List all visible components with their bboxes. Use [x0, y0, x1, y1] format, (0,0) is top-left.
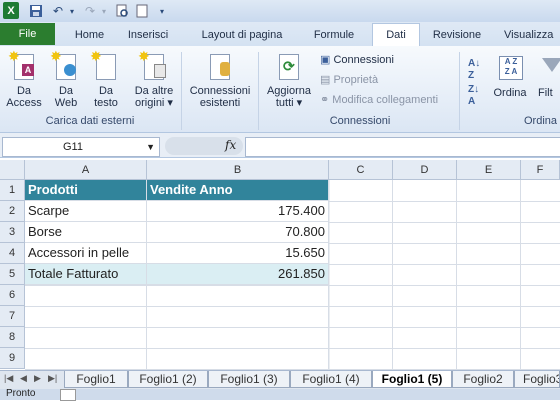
name-box-value: G11 [63, 141, 83, 153]
tab-formule[interactable]: Formule [306, 24, 362, 46]
text-file-icon: ✸ [90, 49, 120, 82]
sheet-tab-foglio1-2[interactable]: Foglio1 (2) [128, 371, 208, 388]
sort-button[interactable]: A ZZ A Ordina [490, 54, 530, 99]
from-web-button[interactable]: ✸ Da Web [46, 49, 86, 109]
column-header-b[interactable]: B [147, 160, 329, 180]
filter-icon [542, 54, 560, 84]
formula-input[interactable] [245, 137, 560, 157]
sheet-tab-foglio1-5[interactable]: Foglio1 (5) [372, 371, 452, 388]
macro-record-icon[interactable] [60, 389, 76, 401]
save-icon[interactable] [28, 3, 44, 19]
existing-connections-icon [206, 52, 234, 82]
status-text: Pronto [6, 388, 36, 399]
tab-revisione[interactable]: Revisione [426, 24, 488, 46]
row-header-8[interactable]: 8 [0, 327, 25, 348]
customize-toolbar-icon[interactable]: ▾ [154, 3, 170, 19]
spreadsheet-grid[interactable]: A B C D E F 1 2 3 4 5 6 7 8 9 Prodotti V… [0, 160, 560, 370]
column-header-e[interactable]: E [457, 160, 521, 180]
group-separator [181, 52, 182, 130]
existing-connections-button[interactable]: Connessioni esistenti [184, 52, 256, 109]
from-access-button[interactable]: ✸ A Da Access [2, 49, 46, 109]
row-header-3[interactable]: 3 [0, 222, 25, 243]
redo-dropdown-icon[interactable]: ▾ [96, 3, 112, 19]
row-header-4[interactable]: 4 [0, 243, 25, 264]
properties-button[interactable]: ▤ Proprietà [320, 72, 378, 88]
new-document-icon[interactable] [134, 3, 150, 19]
sort-za-icon[interactable]: Z↓ A [468, 84, 479, 107]
sheet-tab-foglio1-3[interactable]: Foglio1 (3) [208, 371, 290, 388]
sheet-tab-foglio2[interactable]: Foglio2 [452, 371, 514, 388]
web-icon: ✸ [50, 49, 80, 82]
select-all-corner[interactable] [0, 160, 25, 180]
connections-button[interactable]: ▣ Connessioni [320, 52, 394, 68]
tab-inserisci[interactable]: Inserisci [122, 24, 174, 46]
undo-dropdown-icon[interactable]: ▾ [64, 3, 80, 19]
group-label-connections: Connessioni [329, 115, 391, 127]
from-other-sources-button[interactable]: ✸ Da altre origini ▾ [128, 49, 180, 109]
last-sheet-icon[interactable]: ▶| [48, 373, 57, 384]
next-sheet-icon[interactable]: ▶ [34, 373, 41, 384]
group-separator [258, 52, 259, 130]
row-header-5[interactable]: 5 [0, 264, 25, 285]
sheet-tab-foglio3[interactable]: Foglio3 [514, 371, 560, 388]
properties-icon: ▤ [320, 74, 334, 86]
quick-access-toolbar: X ↶ ▾ ↷ ▾ ▾ [0, 0, 560, 22]
insert-function-icon[interactable]: fx [225, 138, 236, 152]
from-text-button[interactable]: ✸ Da testo [86, 49, 126, 109]
sheet-tab-bar: |◀ ◀ ▶ ▶| Foglio1 Foglio1 (2) Foglio1 (3… [0, 370, 560, 390]
column-header-a[interactable]: A [25, 160, 147, 180]
refresh-icon: ⟳ [275, 52, 303, 82]
tab-layout[interactable]: Layout di pagina [192, 24, 292, 46]
group-label-external-data: Carica dati esterni [45, 115, 135, 127]
column-header-c[interactable]: C [329, 160, 393, 180]
first-sheet-icon[interactable]: |◀ [4, 373, 13, 384]
connections-icon: ▣ [320, 54, 334, 66]
row-header-9[interactable]: 9 [0, 348, 25, 369]
name-box-dropdown-icon[interactable]: ▼ [146, 138, 155, 156]
status-bar: Pronto [0, 388, 560, 401]
grid-lines [25, 180, 560, 370]
sort-az-icon[interactable]: A↓ Z [468, 58, 480, 81]
tab-home[interactable]: Home [72, 24, 107, 46]
formula-buttons-area: fx [165, 137, 243, 155]
name-box[interactable]: G11 ▼ [2, 137, 160, 157]
edit-links-button[interactable]: ⚭ Modifica collegamenti [320, 92, 438, 108]
column-header-d[interactable]: D [393, 160, 457, 180]
tab-dati[interactable]: Dati [372, 23, 420, 47]
properties-label: Proprietà [333, 74, 379, 86]
group-separator [459, 52, 460, 130]
link-icon: ⚭ [320, 94, 333, 106]
row-header-1[interactable]: 1 [0, 180, 25, 201]
edit-links-label: Modifica collegamenti [332, 94, 439, 106]
ribbon-tab-bar: Home Inserisci Layout di pagina Formule … [0, 22, 560, 47]
connections-label: Connessioni [333, 54, 394, 66]
sheet-tab-foglio1[interactable]: Foglio1 [64, 371, 128, 388]
other-sources-icon: ✸ [138, 49, 168, 82]
sort-label: Ordina [493, 87, 527, 99]
refresh-all-button[interactable]: ⟳ Aggiorna tutti ▾ [262, 52, 316, 109]
sort-dialog-icon: A ZZ A [497, 54, 523, 84]
row-header-6[interactable]: 6 [0, 285, 25, 306]
row-header-7[interactable]: 7 [0, 306, 25, 327]
tab-visualizza[interactable]: Visualizza [504, 24, 560, 46]
column-header-f[interactable]: F [521, 160, 560, 180]
tab-file[interactable]: File [0, 23, 55, 45]
access-icon: ✸ A [8, 49, 38, 82]
row-header-2[interactable]: 2 [0, 201, 25, 222]
print-preview-icon[interactable] [114, 3, 130, 19]
sheet-tab-foglio1-4[interactable]: Foglio1 (4) [290, 371, 372, 388]
excel-logo-icon[interactable]: X [3, 2, 19, 19]
group-label-sort: Ordina [524, 115, 558, 127]
prev-sheet-icon[interactable]: ◀ [20, 373, 27, 384]
filter-button[interactable]: Filt [538, 54, 560, 99]
ribbon: ✸ A Da Access ✸ Da Web ✸ Da testo ✸ Da altre… [0, 46, 560, 133]
filter-label: Filt [538, 87, 553, 99]
